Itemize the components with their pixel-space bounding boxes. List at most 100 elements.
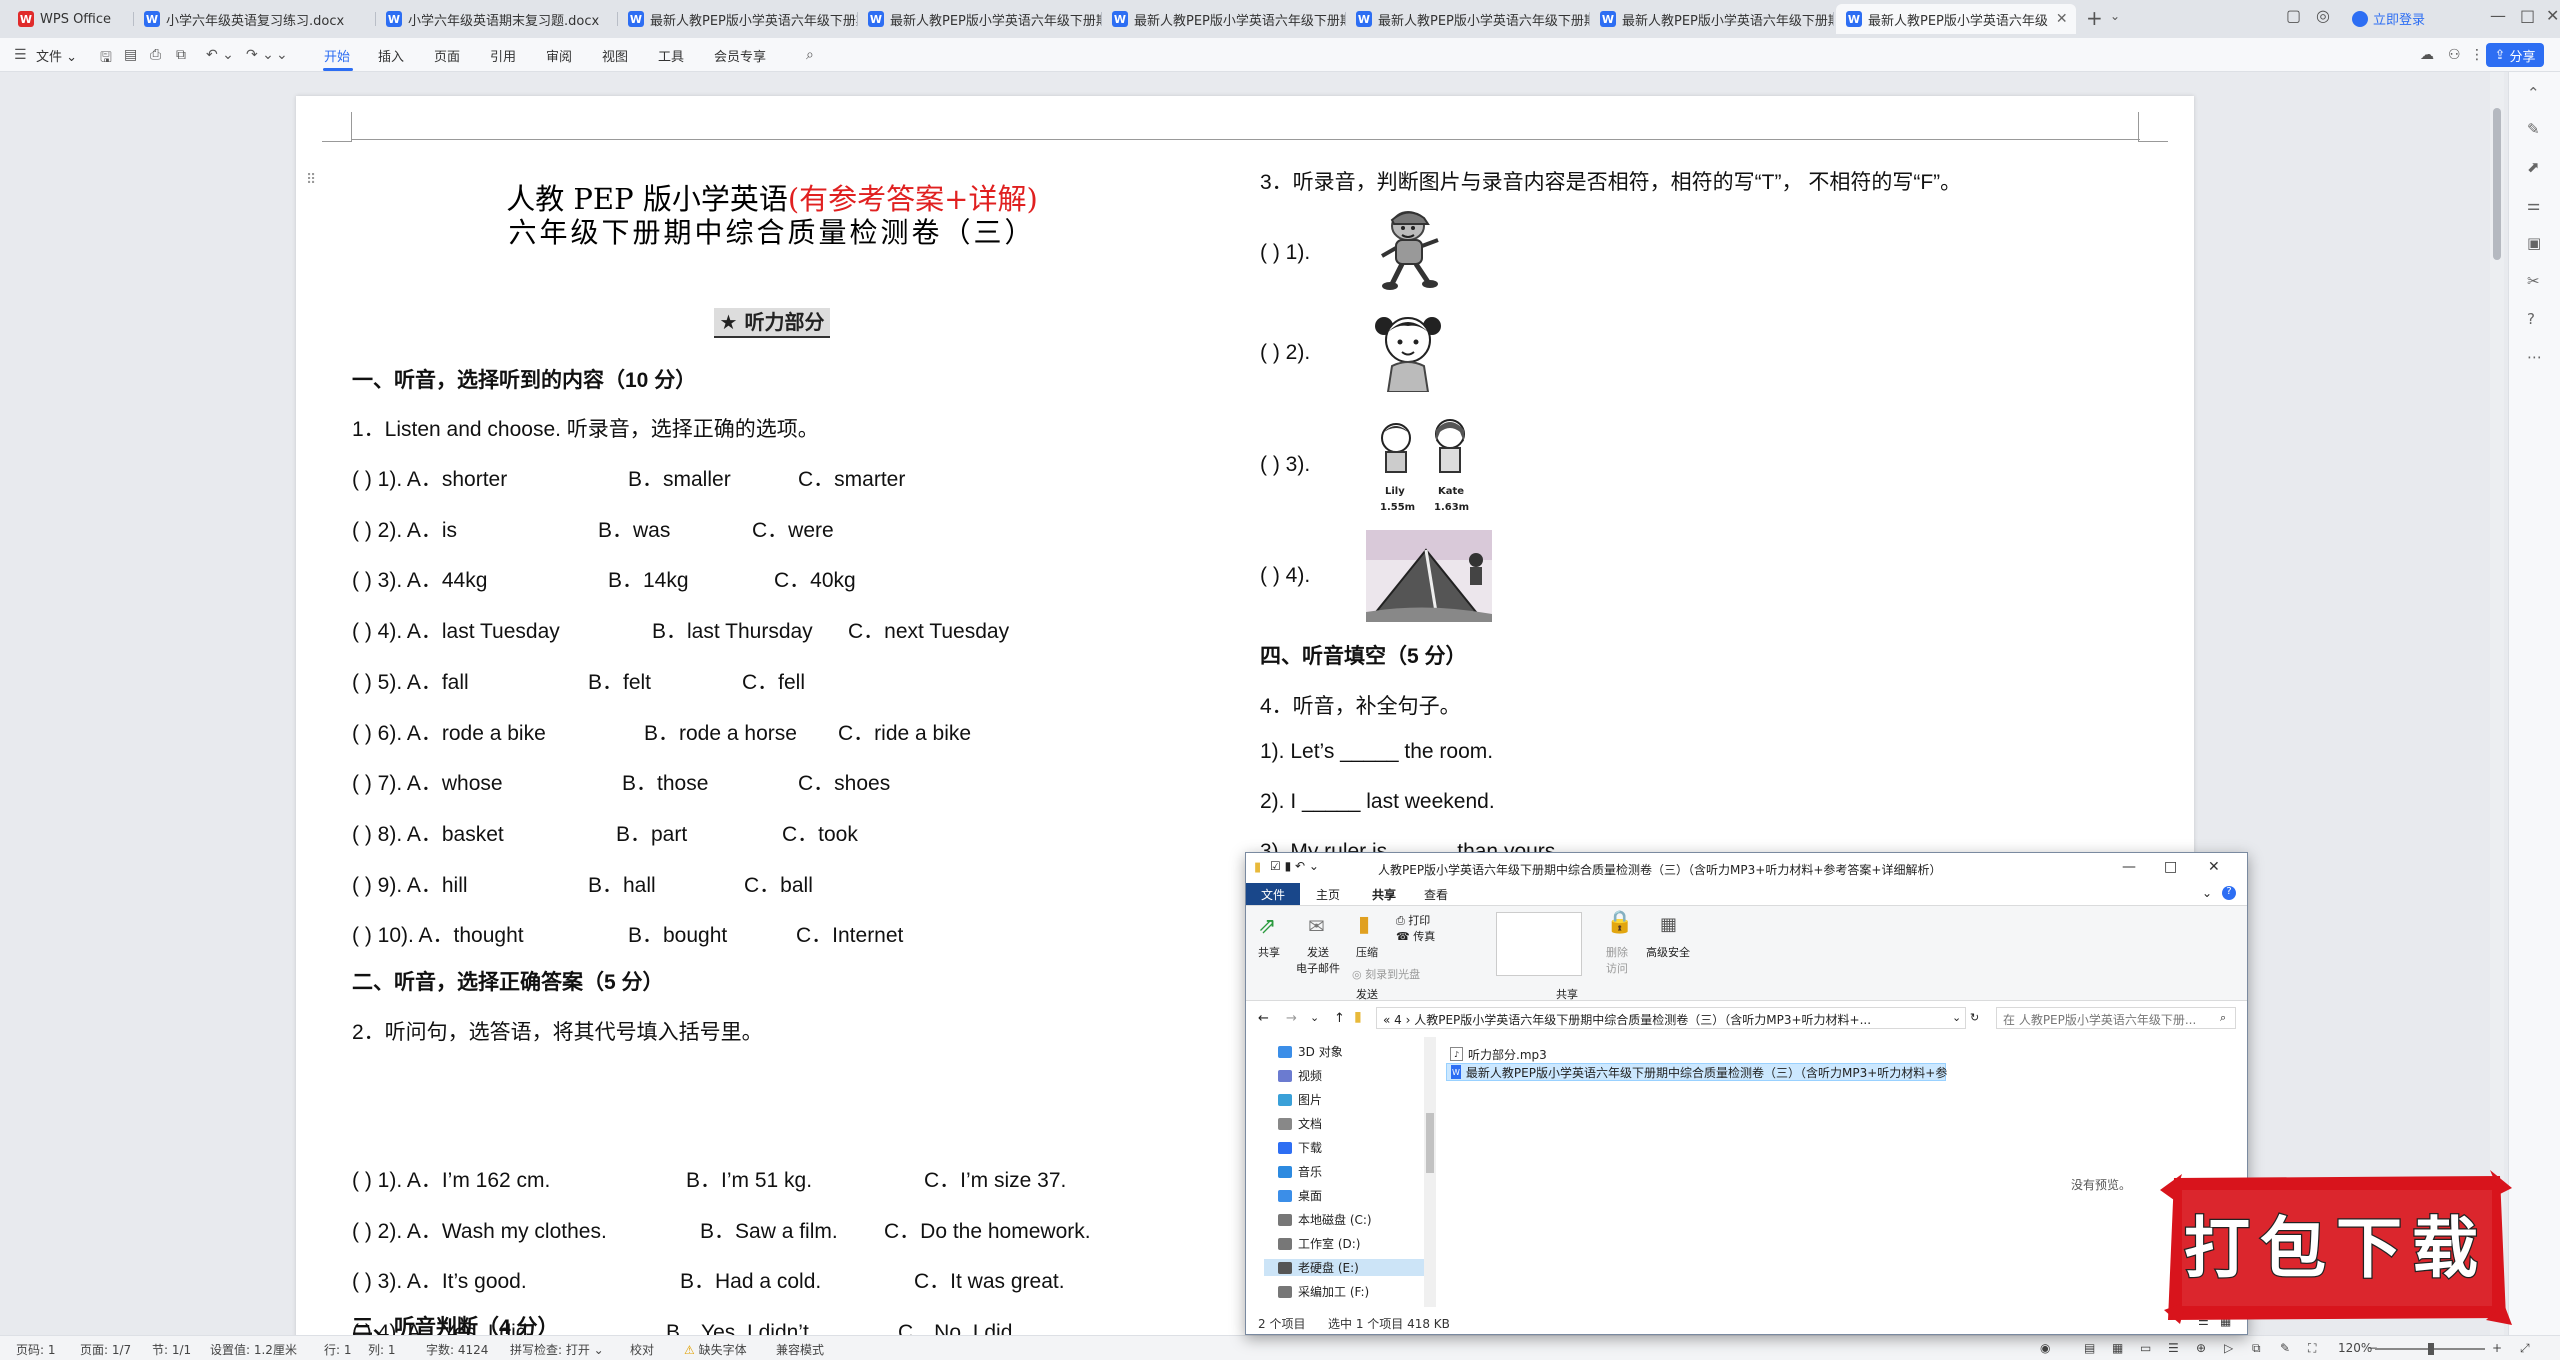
zoom-slider-knob[interactable]: [2428, 1343, 2434, 1355]
help-icon[interactable]: ?: [2527, 310, 2535, 328]
tab-doc[interactable]: W 最新人教PEP版小学英语六年级下册期: [618, 4, 858, 34]
status-col[interactable]: 列: 1: [368, 1341, 396, 1358]
history-dropdown-icon[interactable]: ⌄: [1310, 1011, 1319, 1024]
file-explorer-window[interactable]: ▮ ☑ ▮ ↶ ⌄ 人教PEP版小学英语六年级下册期中综合质量检测卷（三）（含听…: [1245, 852, 2248, 1335]
menu-insert[interactable]: 插入: [378, 46, 404, 65]
more-side-icon[interactable]: ⋯: [2527, 348, 2542, 366]
explorer-minimize-icon[interactable]: —: [2122, 859, 2136, 875]
layout-icon[interactable]: ⧉: [2252, 1341, 2261, 1356]
vertical-scrollbar[interactable]: [2490, 72, 2504, 1335]
pen-icon[interactable]: ✎: [2527, 120, 2540, 138]
tab-list-dropdown-icon[interactable]: ⌄: [2110, 9, 2120, 23]
ribbon-tab-view[interactable]: 查看: [1424, 886, 1448, 903]
status-section[interactable]: 节: 1/1: [152, 1341, 191, 1358]
menu-review[interactable]: 审阅: [546, 46, 572, 65]
status-spellcheck[interactable]: 拼写检查: 打开 ⌄: [510, 1341, 604, 1358]
file-item[interactable]: ♪ 听力部分.mp3: [1446, 1045, 1547, 1063]
collab-icon[interactable]: ⚇: [2448, 47, 2461, 63]
print-button[interactable]: ⎙ 打印: [1396, 912, 1430, 928]
address-bar[interactable]: « 4 › 人教PEP版小学英语六年级下册期中综合质量检测卷（三）（含听力MP3…: [1376, 1007, 1966, 1029]
search-icon[interactable]: ⌕: [806, 47, 814, 63]
address-dropdown-icon[interactable]: ⌄: [1952, 1011, 1961, 1024]
globe-icon[interactable]: ⊕: [2196, 1341, 2206, 1355]
undo-icon[interactable]: ↶ ⌄: [206, 47, 234, 63]
zip-icon[interactable]: ▮: [1358, 912, 1370, 937]
play-icon[interactable]: ▷: [2224, 1341, 2233, 1355]
skin-icon[interactable]: ◎: [2316, 6, 2330, 25]
tab-doc[interactable]: W 最新人教PEP版小学英语六年级下册期: [1590, 4, 1834, 34]
more-icon[interactable]: ⌄: [276, 47, 288, 63]
hamburger-icon[interactable]: ☰: [14, 47, 27, 63]
web-view-icon[interactable]: ▦: [2112, 1341, 2123, 1355]
email-button[interactable]: 发送 电子邮件: [1296, 944, 1340, 976]
status-setting[interactable]: 设置值: 1.2厘米: [210, 1341, 297, 1358]
explorer-titlebar[interactable]: ▮ ☑ ▮ ↶ ⌄ 人教PEP版小学英语六年级下册期中综合质量检测卷（三）（含听…: [1246, 853, 2247, 883]
read-view-icon[interactable]: ▭: [2140, 1341, 2151, 1355]
select-icon[interactable]: ⬈: [2527, 158, 2540, 176]
picture-icon[interactable]: ▣: [2527, 234, 2541, 252]
ribbon-tab-share[interactable]: 共享: [1372, 886, 1396, 903]
help-icon[interactable]: ?: [2222, 886, 2236, 900]
nav-item[interactable]: 工作室 (D:): [1278, 1235, 1360, 1252]
tab-wps-home[interactable]: W WPS Office: [8, 4, 134, 34]
zoom-in-icon[interactable]: +: [2492, 1341, 2502, 1355]
menu-page[interactable]: 页面: [434, 46, 460, 65]
download-package-stamp[interactable]: 打包下载: [2160, 1170, 2512, 1325]
status-row[interactable]: 行: 1: [324, 1341, 352, 1358]
nav-item[interactable]: 3D 对象: [1278, 1043, 1343, 1060]
nav-item[interactable]: 下载: [1278, 1139, 1322, 1156]
minimize-icon[interactable]: —: [2490, 6, 2506, 25]
status-proof[interactable]: 校对: [630, 1341, 654, 1358]
search-icon[interactable]: ⌕: [2220, 1011, 2226, 1025]
fit-icon[interactable]: ⛶: [2308, 1341, 2316, 1356]
explorer-close-icon[interactable]: ✕: [2208, 859, 2220, 875]
email-icon[interactable]: ✉: [1308, 914, 1325, 938]
nav-item[interactable]: 文档: [1278, 1115, 1322, 1132]
redo-icon[interactable]: ↷ ⌄: [246, 47, 274, 63]
menu-file[interactable]: 文件 ⌄: [36, 46, 77, 65]
eye-icon[interactable]: ◉: [2040, 1341, 2050, 1355]
print-icon[interactable]: ⎙: [150, 47, 161, 63]
qat-icons[interactable]: ☑ ▮ ↶ ⌄: [1270, 859, 1319, 873]
outline-icon[interactable]: ☰: [2168, 1341, 2179, 1355]
file-item-selected[interactable]: W 最新人教PEP版小学英语六年级下册期中综合质量检测卷（三）（含听力MP3+听…: [1446, 1063, 1947, 1081]
nav-item[interactable]: 图片: [1278, 1091, 1322, 1108]
status-missing-font[interactable]: ⚠ 缺失字体: [684, 1341, 747, 1358]
new-tab-button[interactable]: +: [2086, 6, 2103, 30]
close-tab-icon[interactable]: ✕: [2056, 11, 2068, 27]
menu-membership[interactable]: 会员专享: [714, 46, 766, 65]
cloud-sync-icon[interactable]: ☁: [2420, 47, 2434, 63]
back-icon[interactable]: ←: [1258, 1011, 1269, 1026]
menu-view[interactable]: 视图: [602, 46, 628, 65]
explorer-maximize-icon[interactable]: □: [2164, 859, 2177, 875]
share-button[interactable]: ⇪ 分享: [2486, 43, 2544, 67]
page-view-icon[interactable]: ▤: [2084, 1341, 2095, 1355]
status-wordcount[interactable]: 字数: 4124: [426, 1341, 488, 1358]
tools-icon[interactable]: ✂: [2527, 272, 2540, 290]
tab-doc[interactable]: W 最新人教PEP版小学英语六年级下册期: [858, 4, 1102, 34]
menu-references[interactable]: 引用: [490, 46, 516, 65]
tab-doc[interactable]: W 小学六年级英语复习练习.docx: [134, 4, 376, 34]
nav-item[interactable]: 视频: [1278, 1067, 1322, 1084]
login-button[interactable]: 立即登录: [2352, 9, 2425, 28]
ribbon-tab-file[interactable]: 文件: [1246, 883, 1300, 905]
share-with-list[interactable]: [1496, 912, 1582, 976]
export-pdf-icon[interactable]: ▤: [124, 47, 137, 63]
up-icon[interactable]: ↑: [1334, 1011, 1345, 1026]
drag-handle-icon[interactable]: ⠿: [306, 172, 316, 188]
maximize-icon[interactable]: □: [2520, 6, 2535, 25]
nav-scrollbar-thumb[interactable]: [1426, 1113, 1434, 1173]
save-icon[interactable]: 🖫: [100, 47, 112, 71]
nav-item[interactable]: 老硬盘 (E:): [1264, 1259, 1424, 1276]
advanced-security-button[interactable]: 高级安全: [1646, 944, 1690, 960]
refresh-icon[interactable]: ↻: [1970, 1011, 1979, 1024]
share-icon[interactable]: ⇗: [1258, 914, 1276, 939]
menu-tools[interactable]: 工具: [658, 46, 684, 65]
status-page[interactable]: 页码: 1: [16, 1341, 56, 1358]
ribbon-expand-icon[interactable]: ⌄: [2202, 886, 2212, 900]
tab-doc[interactable]: W 最新人教PEP版小学英语六年级下册期: [1102, 4, 1346, 34]
status-pages[interactable]: 页面: 1/7: [80, 1341, 131, 1358]
tab-doc[interactable]: W 最新人教PEP版小学英语六年级下册期: [1346, 4, 1590, 34]
fullscreen-icon[interactable]: ⤢: [2520, 1341, 2530, 1356]
pen-icon[interactable]: ✎: [2280, 1341, 2290, 1355]
